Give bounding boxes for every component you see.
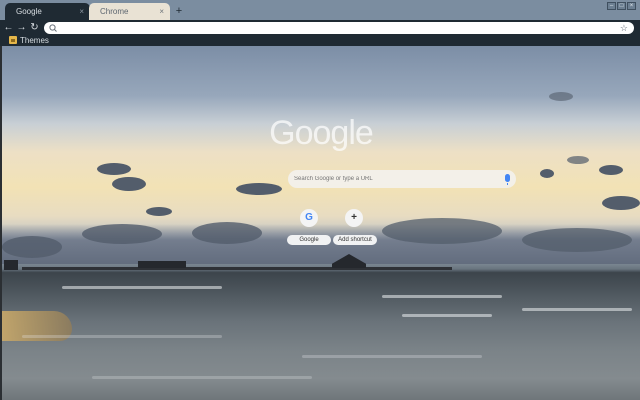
address-input[interactable] [60,22,600,34]
search-icon [49,24,57,32]
reload-icon[interactable]: ↻ [29,22,40,34]
close-tab-icon[interactable]: × [159,3,164,20]
forward-arrow-icon[interactable]: → [16,22,27,34]
tab-title: Google [16,7,42,16]
background-image [2,46,640,400]
plus-icon[interactable]: + [345,209,363,227]
new-tab-page: Google G Google + Add shortcut [2,46,640,400]
shortcut-label: Add shortcut [333,235,377,245]
minimize-icon[interactable]: – [607,2,616,10]
google-g-icon[interactable]: G [300,209,318,227]
bookmark-themes[interactable]: Themes [9,36,49,46]
toolbar: ← → ↻ ☆ [0,20,640,36]
close-tab-icon[interactable]: × [79,3,84,20]
bookmark-star-icon[interactable]: ☆ [620,22,628,34]
apps-icon [9,36,17,44]
tab-strip: Google × Chrome × + – □ × [0,0,640,20]
close-window-icon[interactable]: × [627,2,636,10]
address-bar[interactable]: ☆ [44,22,634,34]
ntp-search-input[interactable] [294,173,494,185]
tab-title: Chrome [100,7,129,16]
bookmarks-bar: Themes [0,36,640,46]
bookmark-label: Themes [20,36,49,45]
ntp-search-box[interactable] [288,170,516,188]
maximize-icon[interactable]: □ [617,2,626,10]
microphone-icon[interactable] [505,174,510,185]
new-tab-button[interactable]: + [174,4,184,18]
back-arrow-icon[interactable]: ← [3,22,14,34]
tab-chrome[interactable]: Chrome × [89,3,170,20]
tab-google[interactable]: Google × [5,3,90,20]
google-logo: Google [269,114,374,152]
shortcut-label: Google [287,235,331,245]
